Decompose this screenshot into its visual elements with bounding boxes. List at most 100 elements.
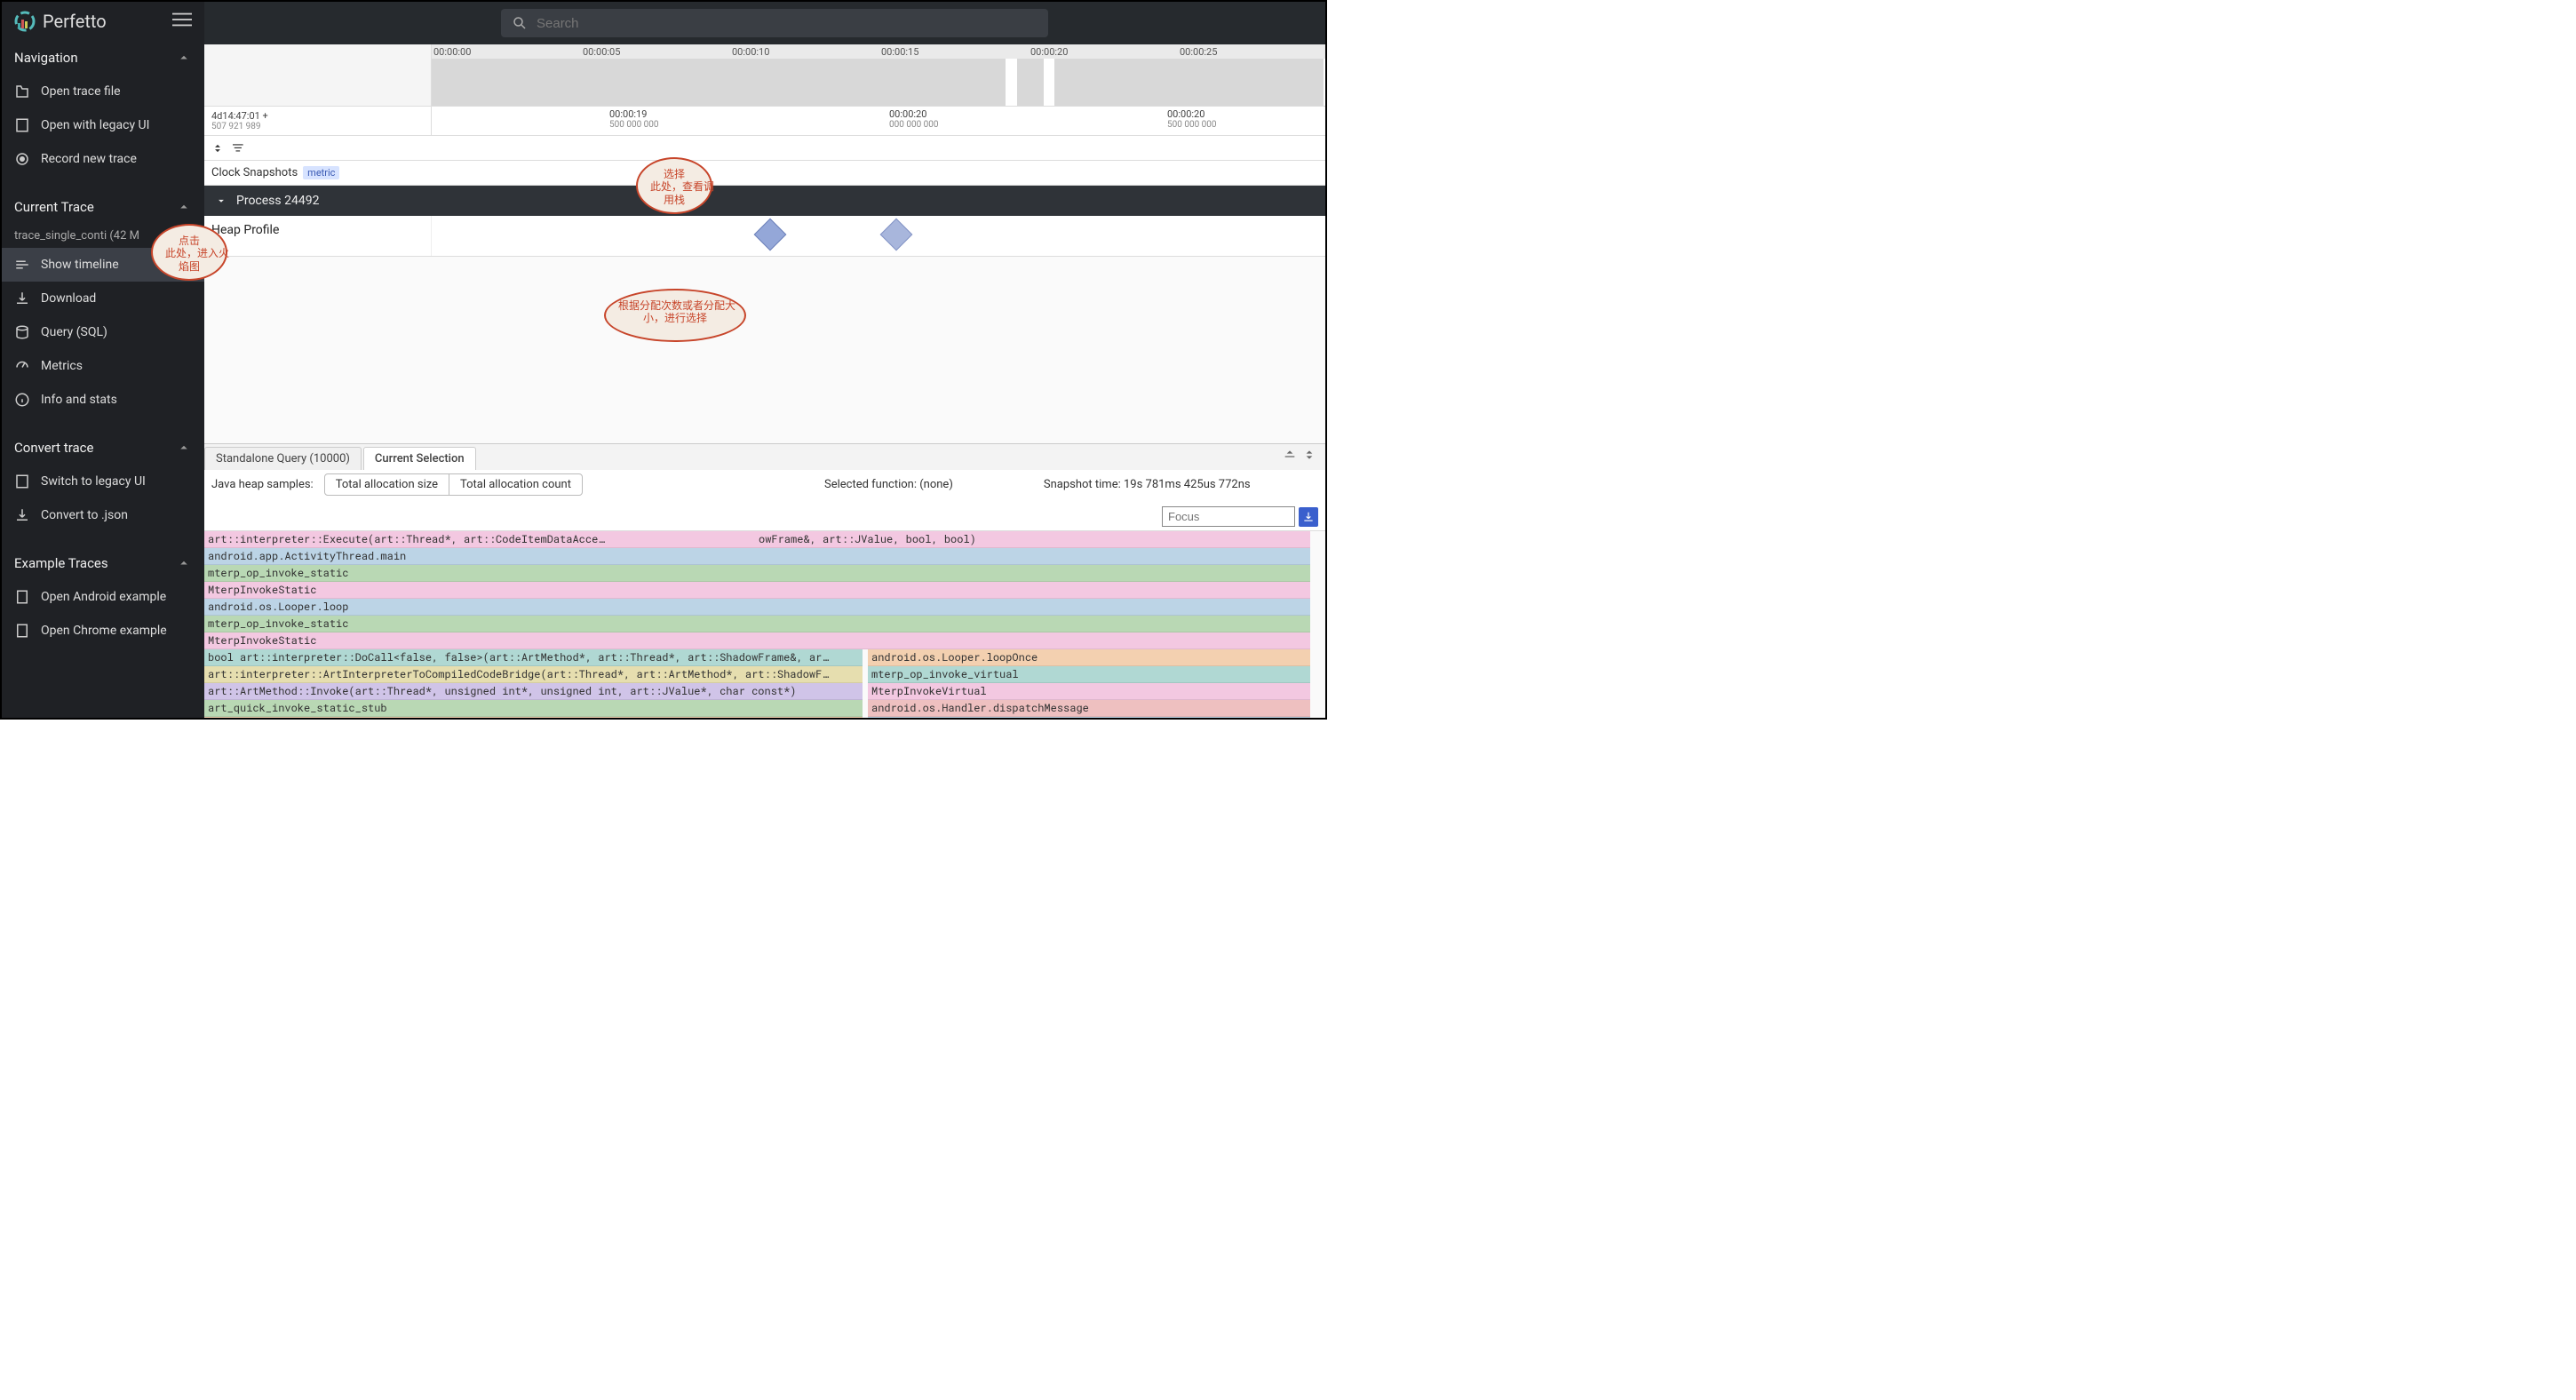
flame-frame[interactable]: owFrame&, art::JValue, bool, bool) [755,531,1310,548]
info-icon [14,392,30,408]
search-input[interactable] [537,16,1038,31]
label: Open with legacy UI [41,118,149,132]
flamegraph[interactable]: art::interpreter::Execute(art::Thread*, … [204,531,1325,718]
app-header: Perfetto [2,2,204,41]
perfetto-logo-icon [14,11,36,32]
ov-tick: 00:00:05 [583,46,620,58]
speed-icon [14,358,30,374]
flame-frame[interactable]: android.os.Handler.dispatchMessage [868,700,1310,717]
main-area: 00:00:00 00:00:05 00:00:10 00:00:15 00:0… [204,2,1325,718]
trace-filename: trace_single_conti (42 M [2,224,204,248]
show-timeline[interactable]: Show timeline [2,248,204,282]
convert-json[interactable]: Convert to .json [2,498,204,532]
label: Open trace file [41,84,121,99]
label: Open Android example [41,590,166,604]
sidebar: Perfetto Navigation Open trace file Open… [2,2,204,718]
samples-label: Java heap samples: [211,478,314,491]
toolbar-row [204,136,1325,161]
record-icon [14,151,30,167]
label: Clock Snapshots [211,166,298,179]
label: Metrics [41,359,83,373]
flame-frame[interactable]: android.os.Looper.loopOnce [204,717,863,718]
total-allocation-count-button[interactable]: Total allocation count [449,474,582,495]
clock-snapshots-row[interactable]: Clock Snapshotsmetric [204,161,1325,186]
heap-profile-track[interactable]: Heap Profile [204,216,1325,257]
nav-section-header[interactable]: Navigation [2,41,204,75]
convert-header[interactable]: Convert trace [2,431,204,465]
download[interactable]: Download [2,282,204,315]
tick: 00:00:20 [1167,108,1217,120]
folder-icon [14,84,30,99]
examples-header[interactable]: Example Traces [2,546,204,580]
download-icon [14,507,30,523]
label: Example Traces [14,555,108,571]
doc-icon [14,623,30,639]
open-trace-file[interactable]: Open trace file [2,75,204,108]
flame-frame[interactable]: art::interpreter::ArtInterpreterToCompil… [204,666,863,683]
focus-input[interactable] [1162,506,1295,527]
flame-frame[interactable]: MterpInvokeStatic [204,632,1310,649]
heap-sample-marker[interactable] [754,219,787,251]
flame-frame[interactable]: android.app.ActivityThread.main [204,548,1310,565]
base-time: 4d14:47:01 + [211,110,424,122]
switch-legacy[interactable]: Switch to legacy UI [2,465,204,498]
flame-frame[interactable]: art_quick_invoke_static_stub [204,700,863,717]
label: Open Chrome example [41,624,167,638]
flame-frame[interactable]: bool art::interpreter::DoCall<false, fal… [204,649,863,666]
download-icon [14,290,30,306]
timeline-overview[interactable]: 00:00:00 00:00:05 00:00:10 00:00:15 00:0… [204,44,1325,107]
label: Query (SQL) [41,325,107,339]
label: Convert to .json [41,508,128,522]
ov-tick: 00:00:10 [732,46,769,58]
label: Current Trace [14,199,94,215]
timeline-icon [14,257,30,273]
flame-frame[interactable]: MterpInvokeStatic [204,582,1310,599]
query-sql[interactable]: Query (SQL) [2,315,204,349]
label: Convert trace [14,440,93,456]
tab-standalone-query[interactable]: Standalone Query (10000) [204,447,362,470]
book-icon [14,473,30,489]
flame-frame[interactable]: art::ArtMethod::Invoke(art::Thread*, uns… [204,683,863,700]
label: Record new trace [41,152,137,166]
open-legacy-ui[interactable]: Open with legacy UI [2,108,204,142]
download-button[interactable] [1299,507,1318,527]
search-box[interactable] [501,9,1048,37]
base-time-sub: 507 921 989 [211,122,424,131]
flame-frame[interactable]: android.os.Looper.loopOnce [868,649,1310,666]
current-trace-header[interactable]: Current Trace [2,190,204,224]
bottom-tabs: Standalone Query (10000) Current Selecti… [204,443,1325,470]
flame-frame[interactable]: android.os.Looper.loop [204,599,1310,616]
total-allocation-size-button[interactable]: Total allocation size [325,474,449,495]
metrics[interactable]: Metrics [2,349,204,383]
menu-icon[interactable] [172,10,192,34]
ov-tick: 00:00:25 [1180,46,1217,58]
chevron-up-icon [176,50,192,66]
tab-current-selection[interactable]: Current Selection [363,447,476,470]
flame-frame[interactable]: mterp_op_invoke_static [204,565,1310,582]
filter-icon[interactable] [231,142,247,155]
label: Switch to legacy UI [41,474,146,489]
heap-sample-marker[interactable] [880,219,913,251]
ov-tick: 00:00:20 [1030,46,1068,58]
panel-up-icon[interactable] [1283,448,1297,462]
tick: 00:00:20 [889,108,939,120]
book-icon [14,117,30,133]
flame-frame[interactable]: MterpInvokeVirtual [868,683,1310,700]
flame-frame[interactable]: mterp_op_invoke_static [204,616,1310,632]
panel-size-icon[interactable] [1302,448,1316,462]
flame-frame[interactable]: mterp_op_invoke_static [868,717,1310,718]
open-chrome-example[interactable]: Open Chrome example [2,614,204,648]
record-new-trace[interactable]: Record new trace [2,142,204,176]
collapse-all-icon[interactable] [211,142,224,155]
chevron-up-icon [176,555,192,571]
chevron-up-icon [176,199,192,215]
heap-label: Heap Profile [204,216,432,256]
selected-function: Selected function: (none) [824,478,953,491]
flame-frame[interactable]: mterp_op_invoke_virtual [868,666,1310,683]
open-android-example[interactable]: Open Android example [2,580,204,614]
time-ruler: 4d14:47:01 + 507 921 989 00:00:19500 000… [204,107,1325,136]
info-stats[interactable]: Info and stats [2,383,204,417]
process-header[interactable]: Process 24492 [204,186,1325,216]
ov-tick: 00:00:15 [881,46,918,58]
app-title: Perfetto [43,11,107,32]
